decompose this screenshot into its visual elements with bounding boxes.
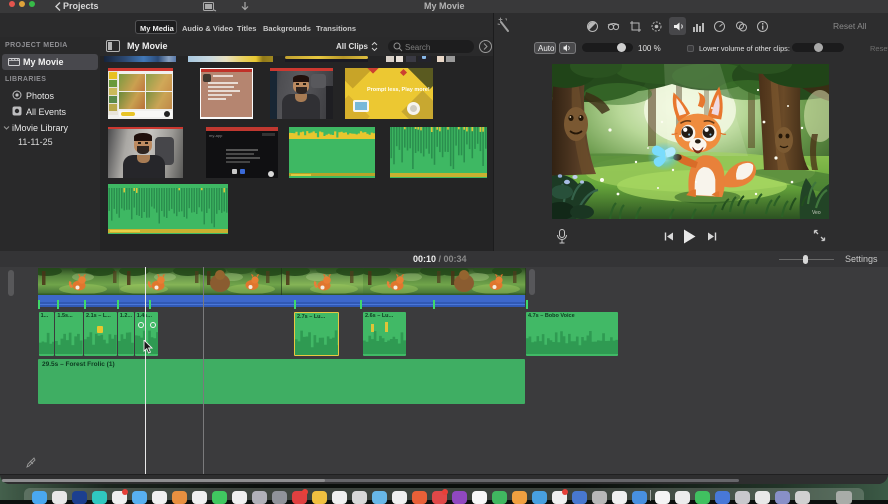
svg-text:Veo: Veo [812,210,821,216]
